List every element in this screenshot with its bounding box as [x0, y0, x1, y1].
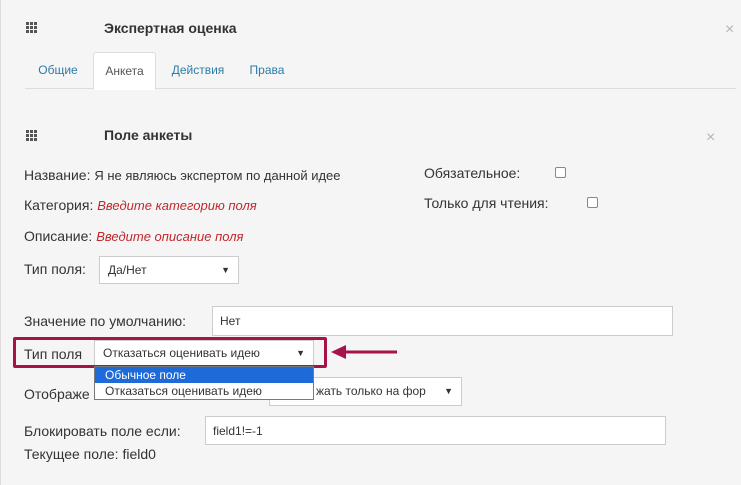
- display-label: Отображе: [24, 386, 90, 402]
- field-type-select[interactable]: Да/Нет ▼: [99, 256, 239, 284]
- panel-close-icon[interactable]: ×: [706, 130, 715, 146]
- caret-down-icon: ▼: [444, 386, 453, 396]
- arrow-left-icon: [331, 345, 397, 359]
- tab-rights[interactable]: Права: [240, 52, 294, 89]
- default-value-label: Значение по умолчанию:: [24, 313, 187, 329]
- expert-evaluation-dialog: Экспертная оценка × Общие Анкета Действи…: [0, 0, 741, 485]
- tab-actions[interactable]: Действия: [163, 52, 233, 89]
- block-condition-input[interactable]: field1!=-1: [205, 416, 666, 445]
- description-label: Описание:: [24, 228, 93, 244]
- description-row: Описание: Введите описание поля: [24, 228, 244, 244]
- display-value: жать только на фор: [316, 384, 426, 398]
- field-type-value: Да/Нет: [108, 263, 147, 277]
- default-value-input[interactable]: Нет: [212, 306, 673, 336]
- current-field-text: Текущее поле: field0: [24, 446, 156, 462]
- dropdown-option-normal-field[interactable]: Обычное поле: [95, 367, 313, 383]
- name-value[interactable]: Я не являюсь экспертом по данной идее: [94, 168, 340, 183]
- category-label: Категория:: [24, 197, 94, 213]
- block-condition-label: Блокировать поле если:: [24, 423, 181, 439]
- category-row: Категория: Введите категорию поля: [24, 197, 257, 213]
- readonly-checkbox[interactable]: [587, 197, 598, 208]
- panel-drag-grip-icon[interactable]: [26, 130, 38, 142]
- tab-bar: Общие Анкета Действия Права: [25, 52, 736, 90]
- description-input[interactable]: Введите описание поля: [96, 229, 243, 244]
- field-type-dropdown-list: Обычное поле Отказаться оценивать идею: [94, 366, 314, 400]
- name-label: Название:: [24, 167, 91, 183]
- tab-questionnaire[interactable]: Анкета: [93, 52, 156, 90]
- drag-grip-icon[interactable]: [26, 22, 38, 34]
- category-input[interactable]: Введите категорию поля: [97, 198, 257, 213]
- required-label: Обязательное:: [424, 165, 521, 181]
- dialog-close-icon[interactable]: ×: [725, 22, 734, 38]
- dropdown-option-refuse[interactable]: Отказаться оценивать идею: [95, 383, 313, 399]
- caret-down-icon: ▼: [221, 265, 230, 275]
- field-type-label: Тип поля:: [24, 261, 86, 277]
- highlight-box: [13, 337, 327, 368]
- name-row: Название: Я не являюсь экспертом по данн…: [24, 167, 341, 183]
- readonly-label: Только для чтения:: [424, 195, 549, 211]
- required-checkbox[interactable]: [555, 167, 566, 178]
- dialog-title: Экспертная оценка: [104, 20, 237, 36]
- tab-general[interactable]: Общие: [29, 52, 87, 89]
- panel-title: Поле анкеты: [104, 127, 193, 143]
